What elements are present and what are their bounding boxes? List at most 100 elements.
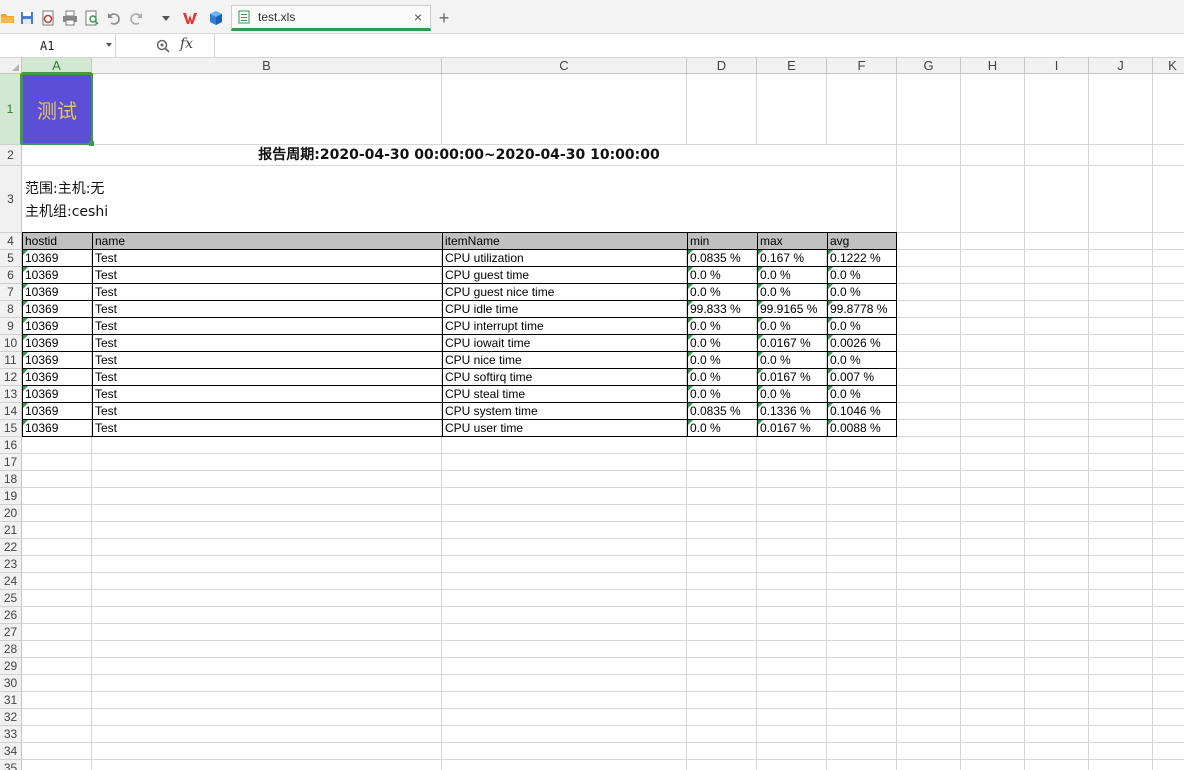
column-header-cell[interactable]: name [92,232,443,250]
table-cell[interactable]: 0.0 % [827,283,897,301]
table-cell[interactable]: 10369 [22,300,93,318]
print-preview-icon[interactable] [84,10,100,26]
save-icon[interactable] [19,10,35,26]
table-cell[interactable]: Test [92,317,443,335]
table-cell[interactable]: 0.0 % [757,266,828,284]
row-header-23[interactable]: 23 [0,556,22,573]
column-header-cell[interactable]: avg [827,232,897,250]
redo-icon[interactable] [128,10,144,26]
cell-a1[interactable]: 测试 [22,74,92,144]
table-cell[interactable]: 0.0835 % [687,249,758,267]
row-header-35[interactable]: 35 [0,760,22,770]
row-header-32[interactable]: 32 [0,709,22,726]
table-cell[interactable]: 0.0 % [757,317,828,335]
table-cell[interactable]: 0.0 % [687,334,758,352]
table-cell[interactable]: 0.0088 % [827,419,897,437]
name-box[interactable]: A1 [0,34,116,57]
table-cell[interactable]: 0.0 % [687,283,758,301]
tab-document[interactable]: test.xls × [231,5,431,31]
row-header-11[interactable]: 11 [0,352,22,369]
row-header-16[interactable]: 16 [0,437,22,454]
table-cell[interactable]: Test [92,402,443,420]
table-cell[interactable]: CPU idle time [442,300,688,318]
fx-icon[interactable]: fx [180,36,193,52]
row-header-29[interactable]: 29 [0,658,22,675]
column-header-d[interactable]: D [687,58,757,74]
table-cell[interactable]: Test [92,334,443,352]
table-cell[interactable]: 10369 [22,266,93,284]
table-cell[interactable]: 0.0 % [757,385,828,403]
column-header-f[interactable]: F [827,58,897,74]
column-header-a[interactable]: A [22,58,92,74]
row-header-27[interactable]: 27 [0,624,22,641]
table-cell[interactable]: 0.0 % [827,385,897,403]
table-cell[interactable]: 0.0 % [687,266,758,284]
row-header-22[interactable]: 22 [0,539,22,556]
table-cell[interactable]: 0.0835 % [687,402,758,420]
table-cell[interactable]: 0.0 % [757,283,828,301]
row-header-18[interactable]: 18 [0,471,22,488]
row-header-26[interactable]: 26 [0,607,22,624]
table-cell[interactable]: 10369 [22,334,93,352]
table-cell[interactable]: 0.0 % [827,266,897,284]
select-all-corner[interactable] [0,58,22,74]
close-icon[interactable]: × [410,9,426,25]
table-cell[interactable]: 0.167 % [757,249,828,267]
table-cell[interactable]: 0.0 % [687,368,758,386]
table-cell[interactable]: Test [92,368,443,386]
table-cell[interactable]: 10369 [22,249,93,267]
table-cell[interactable]: 0.007 % [827,368,897,386]
table-cell[interactable]: CPU system time [442,402,688,420]
row-header-9[interactable]: 9 [0,318,22,335]
column-header-cell[interactable]: max [757,232,828,250]
row-header-2[interactable]: 2 [0,145,22,166]
zoom-icon[interactable] [155,38,171,54]
row-header-13[interactable]: 13 [0,386,22,403]
table-cell[interactable]: 0.0167 % [757,368,828,386]
row-header-7[interactable]: 7 [0,284,22,301]
table-cell[interactable]: Test [92,249,443,267]
table-cell[interactable]: 10369 [22,351,93,369]
table-cell[interactable]: 0.0 % [687,317,758,335]
table-cell[interactable]: CPU iowait time [442,334,688,352]
chevron-down-icon[interactable] [106,43,112,47]
table-cell[interactable]: 0.0167 % [757,419,828,437]
column-header-b[interactable]: B [92,58,442,74]
merged-row-3[interactable] [22,166,896,232]
table-cell[interactable]: Test [92,266,443,284]
table-cell[interactable]: 0.0167 % [757,334,828,352]
row-header-3[interactable]: 3 [0,166,22,233]
table-cell[interactable]: CPU user time [442,419,688,437]
column-header-g[interactable]: G [897,58,961,74]
row-header-30[interactable]: 30 [0,675,22,692]
open-folder-icon[interactable] [0,10,16,26]
row-header-17[interactable]: 17 [0,454,22,471]
table-cell[interactable]: 10369 [22,317,93,335]
row-header-31[interactable]: 31 [0,692,22,709]
table-cell[interactable]: 0.1222 % [827,249,897,267]
table-cell[interactable]: 99.8778 % [827,300,897,318]
row-header-21[interactable]: 21 [0,522,22,539]
column-header-i[interactable]: I [1025,58,1089,74]
table-cell[interactable]: CPU utilization [442,249,688,267]
table-cell[interactable]: CPU guest time [442,266,688,284]
column-header-e[interactable]: E [757,58,827,74]
table-cell[interactable]: 0.0 % [687,351,758,369]
table-cell[interactable]: 0.1336 % [757,402,828,420]
fill-handle[interactable] [89,141,94,146]
row-header-25[interactable]: 25 [0,590,22,607]
row-header-15[interactable]: 15 [0,420,22,437]
table-cell[interactable]: 0.0 % [827,351,897,369]
column-header-j[interactable]: J [1089,58,1153,74]
table-cell[interactable]: 0.0 % [687,419,758,437]
spreadsheet-grid[interactable]: ABCDEFGHIJK 1 2 3 4 5 6 7 8 9 10 11 12 13 14 15 16 17 18 1… [0,58,1184,770]
scope-host[interactable]: 范围:主机:无 [25,178,104,198]
column-header-cell[interactable]: hostid [22,232,93,250]
table-cell[interactable]: CPU nice time [442,351,688,369]
dropdown-icon[interactable] [158,10,174,26]
report-period[interactable]: 报告周期:2020-04-30 00:00:00~2020-04-30 10:0… [22,145,896,165]
table-cell[interactable]: Test [92,419,443,437]
undo-icon[interactable] [106,10,122,26]
table-cell[interactable]: 99.9165 % [757,300,828,318]
row-header-24[interactable]: 24 [0,573,22,590]
